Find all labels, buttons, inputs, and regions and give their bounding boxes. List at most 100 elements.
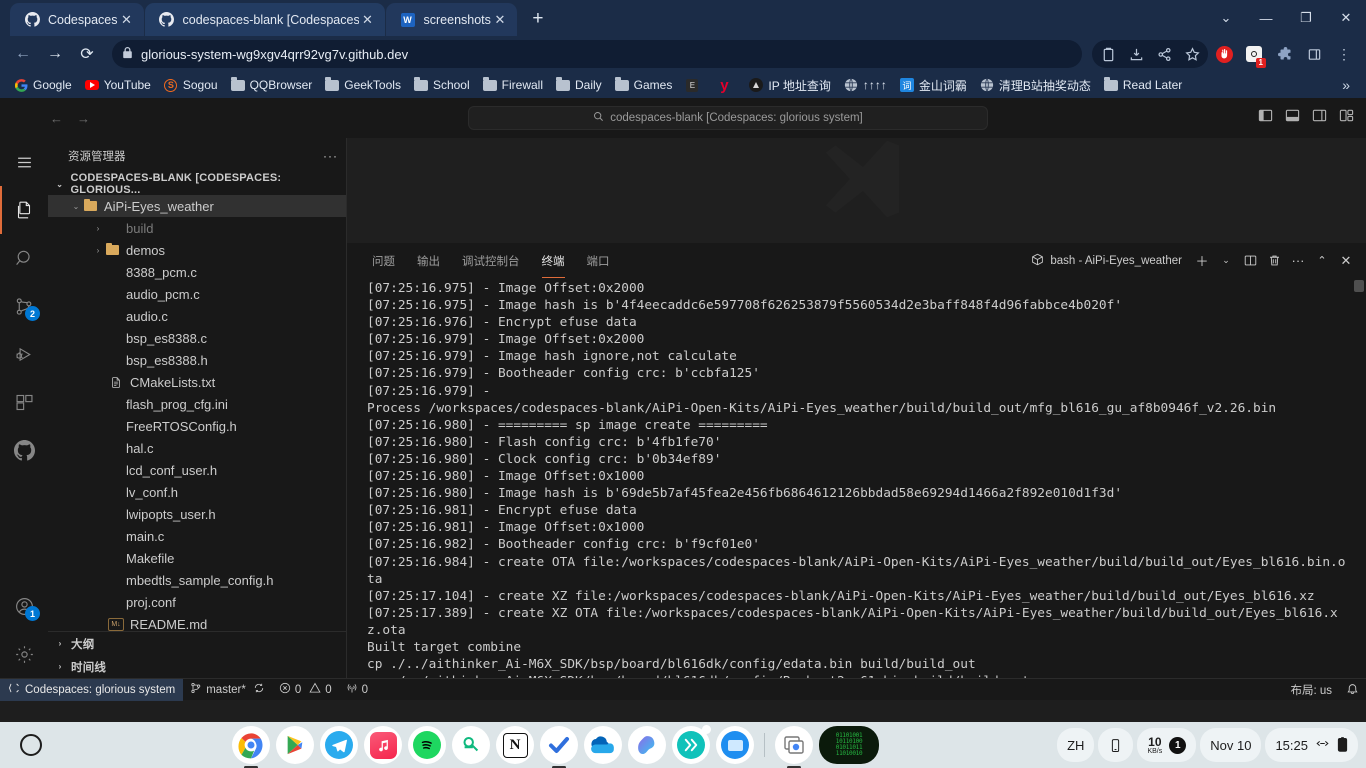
bell-icon[interactable] — [1339, 679, 1366, 701]
tree-item-lcd-conf-user-h[interactable]: lcd_conf_user.h — [48, 459, 346, 481]
sync-icon[interactable] — [253, 682, 265, 697]
bookmark-sogou[interactable]: S Sogou — [158, 75, 224, 95]
taskbar-app-google-play[interactable] — [276, 726, 315, 764]
hamburger-menu-icon[interactable] — [0, 138, 48, 186]
browser-tab-codespaces[interactable]: Codespaces ✕ — [10, 3, 144, 36]
tree-item-cmakelists-txt[interactable]: CMakeLists.txt — [48, 371, 346, 393]
accounts-button[interactable]: 1 — [0, 582, 48, 630]
bookmark-ip-lookup[interactable]: IP 地址查询 — [743, 74, 836, 97]
new-terminal-icon[interactable]: ＋ — [1190, 249, 1214, 273]
timeline-section[interactable]: › 时间线 — [48, 655, 346, 678]
customize-layout-icon[interactable] — [1339, 108, 1354, 128]
tab-terminal[interactable]: 终端 — [531, 243, 576, 278]
tree-item-flash-prog-cfg-ini[interactable]: flash_prog_cfg.ini — [48, 393, 346, 415]
keyboard-layout-indicator[interactable]: 布局: us — [1283, 679, 1339, 701]
tab-output[interactable]: 输出 — [406, 243, 451, 278]
tab-problems[interactable]: 问题 — [361, 243, 406, 278]
date-indicator[interactable]: Nov 10 — [1200, 728, 1262, 762]
toggle-panel-icon[interactable] — [1285, 108, 1300, 128]
bookmark-qqbrowser[interactable]: QQBrowser — [225, 75, 319, 95]
taskbar-app-onedrive[interactable] — [584, 726, 623, 764]
taskbar-app-notion[interactable]: N — [496, 726, 535, 764]
command-center[interactable]: codespaces-blank [Codespaces: glorious s… — [468, 106, 988, 130]
taskbar-app-chrome-window[interactable] — [775, 726, 814, 768]
network-speed-indicator[interactable]: 10 KB/s 1 — [1137, 728, 1197, 762]
toggle-primary-sidebar-icon[interactable] — [1258, 108, 1273, 128]
remote-indicator[interactable]: Codespaces: glorious system — [0, 678, 184, 701]
active-terminal-label[interactable]: bash - AiPi-Eyes_weather — [1031, 253, 1182, 269]
vscode-forward-button[interactable]: → — [77, 111, 90, 126]
vscode-back-button[interactable]: ← — [50, 111, 63, 126]
close-panel-icon[interactable]: ✕ — [1334, 249, 1358, 273]
outline-section[interactable]: › 大纲 — [48, 632, 346, 655]
sidebar-item-search[interactable] — [0, 234, 48, 282]
maximize-panel-icon[interactable]: ⌃ — [1310, 249, 1334, 273]
bookmark-firewall[interactable]: Firewall — [477, 75, 549, 95]
browser-tab-screenshots[interactable]: W screenshots ✕ — [385, 3, 517, 36]
bookmark-kingsoft[interactable]: 词 金山词霸 — [894, 74, 973, 97]
minimize-icon[interactable]: — — [1246, 2, 1286, 34]
bookmark-games[interactable]: Games — [609, 75, 679, 95]
tree-item-readme-md[interactable]: M↓ README.md — [48, 613, 346, 631]
chevron-down-icon[interactable]: ⌄ — [1214, 249, 1238, 273]
taskbar-app-chrome[interactable] — [232, 726, 271, 768]
taskbar-app-apple-music[interactable] — [364, 726, 403, 764]
address-bar[interactable]: glorious-system-wg9xgv4qrr92vg7v.github.… — [112, 40, 1082, 68]
bookmark-star-icon[interactable] — [1178, 40, 1206, 68]
bookmark-school[interactable]: School — [408, 75, 476, 95]
tree-item-aipi-eyes-weather[interactable]: ⌄ AiPi-Eyes_weather — [48, 195, 346, 217]
terminal-output[interactable]: [07:25:16.975] - Image Offset:0x2000 [07… — [347, 278, 1366, 678]
forward-button[interactable]: → — [40, 39, 70, 69]
tree-item-proj-conf[interactable]: proj.conf — [48, 591, 346, 613]
bookmark-epic[interactable]: E — [679, 75, 710, 95]
kill-terminal-icon[interactable] — [1262, 249, 1286, 273]
bookmark-google[interactable]: Google — [8, 75, 78, 95]
problems-indicator[interactable]: 0 0 — [272, 679, 339, 701]
taskbar-app-spotify[interactable] — [408, 726, 447, 764]
tree-item-freertosconfig-h[interactable]: FreeRTOSConfig.h — [48, 415, 346, 437]
new-tab-button[interactable]: + — [524, 5, 552, 33]
restore-icon[interactable]: ❐ — [1286, 2, 1326, 34]
views-and-more-icon[interactable]: ··· — [1286, 249, 1310, 273]
taskbar-app-todoist[interactable] — [540, 726, 579, 768]
workspace-root-row[interactable]: ⌄ CODESPACES-BLANK [CODESPACES: GLORIOUS… — [48, 172, 346, 196]
close-icon[interactable]: ✕ — [359, 11, 377, 29]
tree-item-makefile[interactable]: Makefile — [48, 547, 346, 569]
bookmark-yandex[interactable]: y — [711, 75, 742, 95]
download-icon[interactable] — [1122, 40, 1150, 68]
taskbar-app-surfshark[interactable] — [452, 726, 491, 764]
chrome-menu-icon[interactable]: ⋮ — [1330, 40, 1358, 68]
bookmark-bilibili-clean[interactable]: 清理B站抽奖动态 — [974, 74, 1097, 97]
tree-item-mbedtls-sample-config-h[interactable]: mbedtls_sample_config.h — [48, 569, 346, 591]
sidepanel-icon[interactable] — [1300, 40, 1328, 68]
taskbar-app-telegram[interactable] — [320, 726, 359, 764]
tab-ports[interactable]: 端口 — [576, 243, 621, 278]
bookmark-daily[interactable]: Daily — [550, 75, 608, 95]
share-icon[interactable] — [1150, 40, 1178, 68]
sidebar-item-extensions[interactable] — [0, 378, 48, 426]
sidebar-item-source-control[interactable]: 2 — [0, 282, 48, 330]
taskbar-app-files[interactable] — [716, 726, 755, 764]
tree-item-main-c[interactable]: main.c — [48, 525, 346, 547]
phone-link-icon[interactable] — [1098, 728, 1134, 762]
sidebar-item-explorer[interactable] — [0, 186, 48, 234]
split-terminal-icon[interactable] — [1238, 249, 1262, 273]
tab-search-icon[interactable]: ⌄ — [1206, 2, 1246, 34]
clock-and-status[interactable]: 15:25 — [1265, 728, 1358, 762]
clipboard-icon[interactable] — [1094, 40, 1122, 68]
lastpass-icon[interactable]: 1 — [1240, 40, 1268, 68]
tree-item-hal-c[interactable]: hal.c — [48, 437, 346, 459]
tree-item-bsp-es8388-c[interactable]: bsp_es8388.c — [48, 327, 346, 349]
close-icon[interactable]: ✕ — [118, 11, 136, 29]
taskbar-app-copilot[interactable] — [628, 726, 667, 764]
tree-item-lv-conf-h[interactable]: lv_conf.h — [48, 481, 346, 503]
close-window-icon[interactable]: ✕ — [1326, 2, 1366, 34]
tree-item-audio-pcm-c[interactable]: audio_pcm.c — [48, 283, 346, 305]
bookmark-youtube[interactable]: YouTube — [79, 75, 157, 95]
tree-item-build[interactable]: › build — [48, 217, 346, 239]
bookmarks-overflow-button[interactable]: » — [1334, 77, 1358, 93]
network-icon[interactable] — [1315, 736, 1330, 754]
tab-debug-console[interactable]: 调试控制台 — [451, 243, 531, 278]
stop-extension-icon[interactable] — [1210, 40, 1238, 68]
branch-indicator[interactable]: master* — [183, 679, 272, 701]
